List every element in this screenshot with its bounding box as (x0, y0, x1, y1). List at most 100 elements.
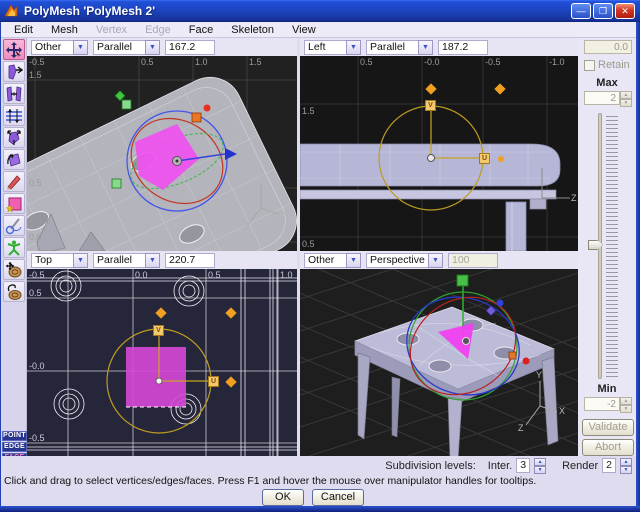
dropdown-icon[interactable]: ▼ (346, 40, 361, 55)
ruler-label: 1.0 (195, 57, 208, 67)
viewport4-view-select[interactable]: Other ▼ (304, 253, 361, 268)
viewport4-projection-select[interactable]: Perspective ▼ (366, 253, 443, 268)
ruler-label: -1.0 (549, 57, 565, 67)
ruler-label: 1.0 (280, 270, 293, 280)
point-mode-button[interactable]: POINT (2, 431, 27, 441)
dropdown-icon[interactable]: ▼ (428, 253, 443, 268)
ruler-label: 0.5 (141, 57, 154, 67)
maximize-button[interactable]: ❐ (593, 3, 613, 19)
dropdown-icon[interactable]: ▼ (346, 253, 361, 268)
viewport2-projection-select[interactable]: Parallel ▼ (366, 40, 433, 55)
viewport1-header: Other ▼ Parallel ▼ 167.2 (27, 38, 297, 56)
ruler-label: -0.5 (29, 270, 45, 280)
manipulator-value-field: 0.0 (584, 40, 632, 54)
ruler-label: 0.5 (29, 288, 42, 298)
extrude-tool-icon[interactable] (3, 61, 25, 82)
slider-ticks (606, 113, 618, 379)
viewport-perspective[interactable]: Y X Z (300, 269, 578, 456)
spin-down-icon: ▼ (620, 99, 632, 107)
ok-button[interactable]: OK (262, 489, 304, 506)
menu-vertex: Vertex (87, 23, 136, 37)
dropdown-icon[interactable]: ▼ (73, 253, 88, 268)
max-label: Max (578, 77, 636, 89)
split-tool-icon[interactable] (3, 127, 25, 148)
manipulator-u-handle[interactable]: U (208, 376, 219, 387)
ruler-label: 0.5 (29, 178, 42, 188)
close-button[interactable]: ✕ (615, 3, 635, 19)
create-face-tool-icon[interactable] (3, 193, 25, 214)
axis-y-label: Y (257, 173, 263, 183)
inter-spinner[interactable]: ▲▼ (534, 458, 546, 473)
ruler-label: 0.5 (360, 57, 373, 67)
dropdown-icon[interactable]: ▼ (145, 40, 160, 55)
window-border-left (0, 22, 1, 506)
viewport-top[interactable]: -0.5 0.0 0.5 1.0 0.5 -0.0 -0.5 V U (27, 269, 297, 456)
window-border-right (636, 22, 640, 506)
spin-up-icon[interactable]: ▲ (620, 458, 632, 466)
edge-mode-button[interactable]: EDGE (2, 442, 27, 452)
menu-bar: Edit Mesh Vertex Edge Face Skeleton View (1, 22, 636, 38)
spin-up-icon[interactable]: ▲ (534, 458, 546, 466)
grab-rope-tool-icon[interactable] (3, 259, 25, 280)
render-spinner[interactable]: ▲▼ (620, 458, 632, 473)
viewport3-projection-select[interactable]: Parallel ▼ (93, 253, 160, 268)
retain-checkbox (584, 60, 595, 71)
menu-face[interactable]: Face (180, 23, 222, 37)
ruler-label: 1.5 (249, 57, 262, 67)
inter-value[interactable]: 3 (516, 458, 530, 473)
viewport2-zoom-field[interactable]: 187.2 (438, 40, 488, 55)
menu-view[interactable]: View (283, 23, 325, 37)
spin-down-icon[interactable]: ▼ (534, 466, 546, 474)
viewport-left[interactable]: 0.5 -0.0 -0.5 -1.0 1.5 0.5 V U Y Z (300, 56, 578, 251)
viewport4-header: Other ▼ Perspective ▼ 100 (300, 251, 578, 269)
viewport-shaded[interactable]: -0.5 0.5 1.0 1.5 1.5 0.5 0.0 Y X Z (27, 56, 297, 251)
dropdown-icon[interactable]: ▼ (73, 40, 88, 55)
viewport3-view-select[interactable]: Top ▼ (31, 253, 88, 268)
viewport2-header: Left ▼ Parallel ▼ 187.2 (300, 38, 578, 56)
inter-label: Inter. (488, 460, 512, 472)
axis-x-label: X (559, 406, 565, 416)
lasso-rope-tool-icon[interactable] (3, 281, 25, 302)
weld-tool-icon[interactable] (3, 83, 25, 104)
max-spinner: 2 ▲▼ (584, 91, 632, 106)
title-bar[interactable]: PolyMesh 'PolyMesh 2' — ❐ ✕ (0, 0, 640, 22)
ruler-label: 0.5 (302, 239, 315, 249)
dropdown-icon[interactable]: ▼ (145, 253, 160, 268)
subdivision-row: Subdivision levels: Inter. 3 ▲▼ Render 2… (0, 456, 636, 475)
ruler-label: -0.5 (29, 433, 45, 443)
render-value[interactable]: 2 (602, 458, 616, 473)
turn-edge-tool-icon[interactable] (3, 149, 25, 170)
viewport3-zoom-field[interactable]: 220.7 (165, 253, 215, 268)
axis-y-label: Y (534, 156, 540, 166)
viewport1-view-select[interactable]: Other ▼ (31, 40, 88, 55)
ruler-label: 1.5 (29, 70, 42, 80)
move-select-tool-icon[interactable] (3, 39, 25, 60)
viewport1-zoom-field[interactable]: 167.2 (165, 40, 215, 55)
stitch-tool-icon[interactable] (3, 215, 25, 236)
manipulator-v-handle[interactable]: V (153, 325, 164, 336)
min-value: -2 (584, 397, 620, 411)
bridge-edges-tool-icon[interactable] (3, 105, 25, 126)
viewport4-zoom-field: 100 (448, 253, 498, 268)
manipulator-u-handle[interactable]: U (479, 153, 490, 164)
pose-skeleton-tool-icon[interactable] (3, 237, 25, 258)
axis-x-label: X (281, 208, 287, 218)
ruler-label: -0.0 (424, 57, 440, 67)
min-spinner: -2 ▲▼ (584, 397, 632, 412)
knife-tool-icon[interactable] (3, 171, 25, 192)
viewport1-projection-select[interactable]: Parallel ▼ (93, 40, 160, 55)
menu-mesh[interactable]: Mesh (42, 23, 87, 37)
menu-skeleton[interactable]: Skeleton (222, 23, 283, 37)
ruler-label: 1.5 (302, 106, 315, 116)
viewport2-view-select[interactable]: Left ▼ (304, 40, 361, 55)
spin-down-icon[interactable]: ▼ (620, 466, 632, 474)
subdivision-label: Subdivision levels: (385, 460, 476, 472)
axis-z-label: Z (571, 193, 577, 203)
menu-edit[interactable]: Edit (5, 23, 42, 37)
max-value: 2 (584, 91, 620, 105)
minimize-button[interactable]: — (571, 3, 591, 19)
manipulator-panel: 0.0 Retain Max 2 ▲▼ Min -2 ▲▼ Validate A… (578, 38, 636, 463)
cancel-button[interactable]: Cancel (312, 489, 364, 506)
manipulator-v-handle[interactable]: V (425, 100, 436, 111)
dropdown-icon[interactable]: ▼ (418, 40, 433, 55)
